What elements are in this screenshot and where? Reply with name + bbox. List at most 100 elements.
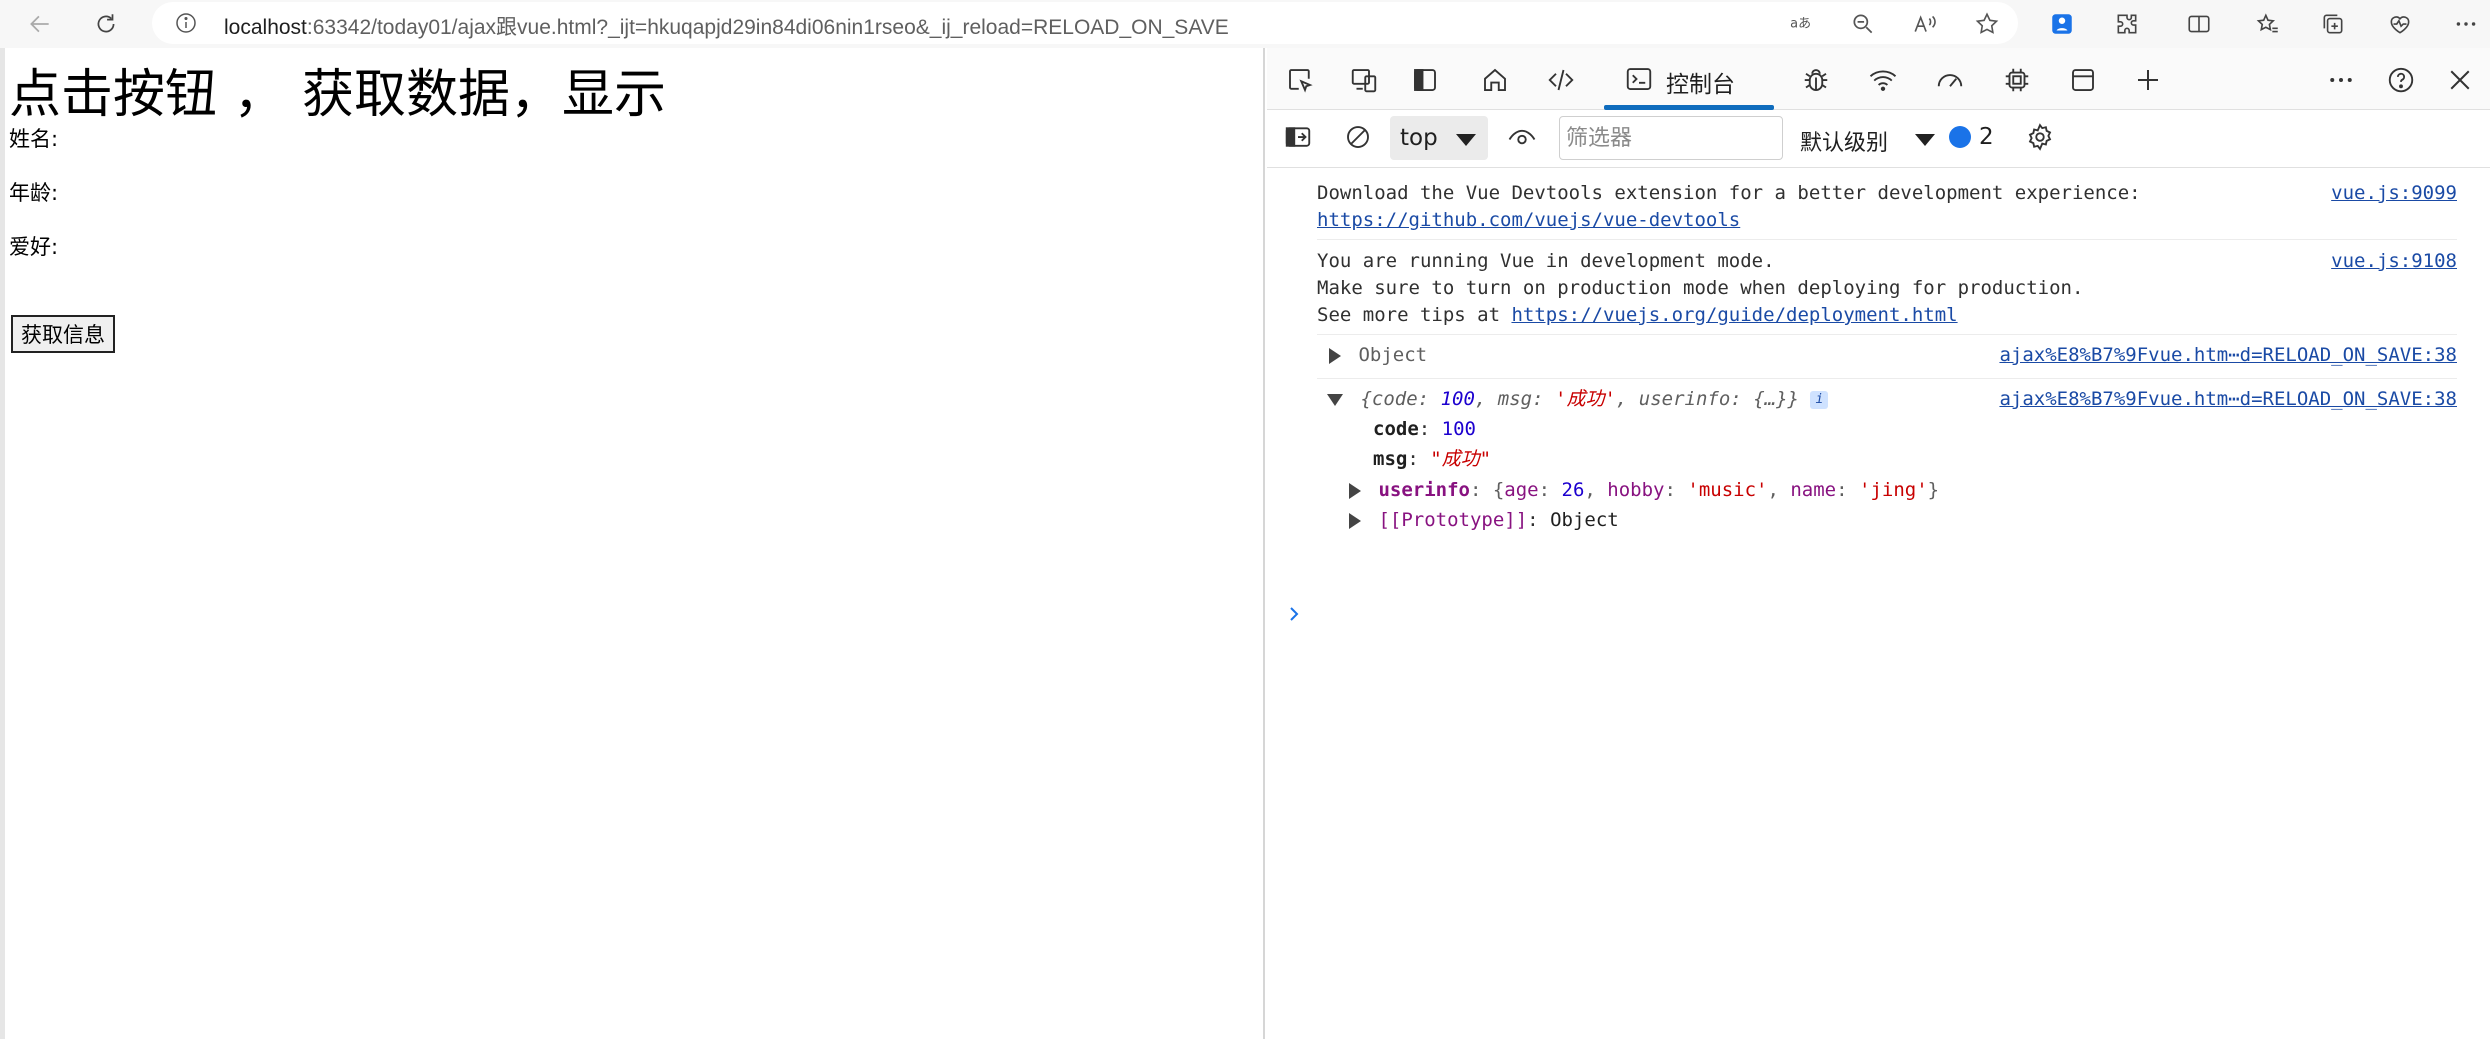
log-level-select[interactable]: 默认级别	[1800, 125, 1888, 157]
message-divider	[1317, 378, 2457, 379]
welcome-home-icon[interactable]	[1478, 63, 1512, 97]
collections-icon[interactable]	[2315, 6, 2351, 42]
svg-text:aあ: aあ	[1790, 16, 1811, 31]
object-property: code: 100	[1373, 418, 1476, 440]
elements-tab-icon[interactable]	[1544, 63, 1578, 97]
expand-triangle-icon[interactable]	[1349, 512, 1361, 529]
sidebar-toggle-icon[interactable]	[1281, 120, 1315, 154]
reload-icon[interactable]	[88, 6, 124, 42]
info-icon[interactable]: i	[1810, 390, 1829, 409]
hobby-label: 爱好:	[9, 235, 59, 259]
page-viewport: 点击按钮 ， 获取数据，显示 姓名: 年龄: 爱好: 获取信息	[0, 48, 1265, 1039]
message-text: See more tips at	[1317, 304, 1512, 326]
context-select[interactable]: top	[1390, 116, 1488, 160]
extensions-puzzle-icon[interactable]	[2109, 6, 2145, 42]
browser-essentials-icon[interactable]	[2382, 6, 2418, 42]
object-property[interactable]: [[Prototype]]: Object	[1349, 507, 2249, 534]
back-arrow-icon[interactable]	[22, 6, 58, 42]
name-label: 姓名:	[9, 127, 59, 151]
source-link[interactable]: ajax%E8%B7%9Fvue.htm⋯d=RELOAD_ON_SAVE:38	[1999, 342, 2457, 369]
message-divider	[1317, 334, 2457, 335]
devtools-more-icon[interactable]	[2324, 63, 2358, 97]
add-tool-plus-icon[interactable]	[2131, 63, 2165, 97]
property-value: 'music'	[1687, 479, 1768, 501]
source-link[interactable]: vue.js:9108	[2331, 248, 2457, 275]
message-text: Download the Vue Devtools extension for …	[1317, 182, 2141, 204]
inspect-element-icon[interactable]	[1283, 63, 1317, 97]
object-property: msg: "成功"	[1373, 448, 1492, 470]
close-devtools-icon[interactable]	[2443, 63, 2477, 97]
property-key: code	[1373, 418, 1419, 440]
device-emulation-icon[interactable]	[1347, 63, 1381, 97]
performance-gauge-icon[interactable]	[1933, 63, 1967, 97]
site-info-icon[interactable]	[174, 11, 198, 35]
context-select-value: top	[1400, 125, 1438, 151]
network-wifi-icon[interactable]	[1866, 63, 1900, 97]
console-toolbar: top 默认级别 2	[1267, 110, 2490, 168]
url-path: :63342/today01/ajax跟vue.html?_ijt=hkuqap…	[306, 16, 1229, 39]
expand-triangle-icon[interactable]	[1349, 482, 1361, 499]
property-key: name	[1790, 479, 1837, 501]
console-message[interactable]: {code: 100, msg: '成功', userinfo: {…}} i …	[1317, 386, 2457, 413]
console-message[interactable]: Object ajax%E8%B7%9Fvue.htm⋯d=RELOAD_ON_…	[1317, 342, 2457, 369]
summary-key: msg	[1497, 388, 1533, 410]
age-label: 年龄:	[9, 181, 59, 205]
filter-input[interactable]	[1559, 116, 1783, 160]
console-message: Download the Vue Devtools extension for …	[1317, 180, 2457, 234]
get-info-button[interactable]: 获取信息	[11, 315, 115, 353]
summary-key: userinfo	[1638, 388, 1731, 410]
dock-side-icon[interactable]	[1408, 63, 1442, 97]
read-aloud-icon[interactable]	[1912, 11, 1938, 37]
console-output: Download the Vue Devtools extension for …	[1267, 168, 2490, 1039]
devtools-panel: 控制台 top 筛选器 默认级别 2 Download the Vue Devt…	[1267, 48, 2490, 1039]
url-host: localhost	[224, 16, 307, 39]
favorite-star-icon[interactable]	[1974, 11, 2000, 37]
console-icon	[1624, 64, 1654, 94]
expand-triangle-icon[interactable]	[1329, 347, 1341, 364]
property-value: 100	[1441, 418, 1476, 440]
deployment-guide-link[interactable]: https://vuejs.org/guide/deployment.html	[1511, 304, 1957, 326]
help-icon[interactable]	[2384, 63, 2418, 97]
url-text[interactable]: localhost:63342/today01/ajax跟vue.html?_i…	[224, 11, 1229, 41]
property-key: [[Prototype]]	[1378, 509, 1528, 531]
source-link[interactable]: vue.js:9099	[2331, 180, 2457, 207]
more-menu-icon[interactable]	[2448, 6, 2484, 42]
split-screen-icon[interactable]	[2181, 6, 2217, 42]
tab-console[interactable]: 控制台	[1602, 48, 1774, 110]
console-prompt-chevron-icon[interactable]	[1287, 602, 1303, 626]
address-bar[interactable]: localhost:63342/today01/ajax跟vue.html?_i…	[152, 2, 2018, 44]
application-panel-icon[interactable]	[2066, 63, 2100, 97]
translate-icon[interactable]: aあ	[1788, 11, 1814, 37]
property-key: userinfo	[1378, 479, 1470, 501]
message-text: Make sure to turn on production mode whe…	[1317, 277, 2084, 299]
sources-bug-icon[interactable]	[1799, 63, 1833, 97]
issues-count: 2	[1979, 124, 1994, 150]
issues-counter[interactable]: 2	[1949, 124, 1994, 150]
favorites-list-icon[interactable]	[2250, 6, 2286, 42]
message-text: You are running Vue in development mode.	[1317, 250, 1775, 272]
tab-console-label: 控制台	[1666, 72, 1735, 98]
vue-devtools-link[interactable]: https://github.com/vuejs/vue-devtools	[1317, 209, 1740, 231]
property-value: "成功"	[1430, 448, 1492, 470]
clear-console-icon[interactable]	[1341, 120, 1375, 154]
summary-value: {…}	[1753, 388, 1788, 410]
chevron-down-icon	[1915, 134, 1935, 146]
console-message: You are running Vue in development mode.…	[1317, 248, 2457, 329]
devtools-tab-bar: 控制台	[1267, 48, 2490, 110]
issues-chat-icon	[1949, 126, 1971, 148]
property-value: Object	[1550, 509, 1619, 531]
property-value: 26	[1561, 479, 1585, 501]
source-link[interactable]: ajax%E8%B7%9Fvue.htm⋯d=RELOAD_ON_SAVE:38	[1999, 386, 2457, 413]
console-settings-gear-icon[interactable]	[2023, 120, 2057, 154]
summary-key: code	[1371, 388, 1418, 410]
collapse-triangle-icon[interactable]	[1327, 393, 1343, 406]
summary-value: 100	[1440, 388, 1475, 410]
memory-chip-icon[interactable]	[2000, 63, 2034, 97]
object-label: Object	[1358, 344, 1428, 366]
browser-toolbar: localhost:63342/today01/ajax跟vue.html?_i…	[0, 0, 2490, 48]
property-key: hobby	[1607, 479, 1665, 501]
profile-extension-icon[interactable]	[2044, 6, 2080, 42]
live-expression-eye-icon[interactable]	[1505, 120, 1539, 154]
zoom-out-icon[interactable]	[1850, 11, 1876, 37]
object-property[interactable]: userinfo: {age: 26, hobby: 'music', name…	[1349, 477, 2249, 504]
